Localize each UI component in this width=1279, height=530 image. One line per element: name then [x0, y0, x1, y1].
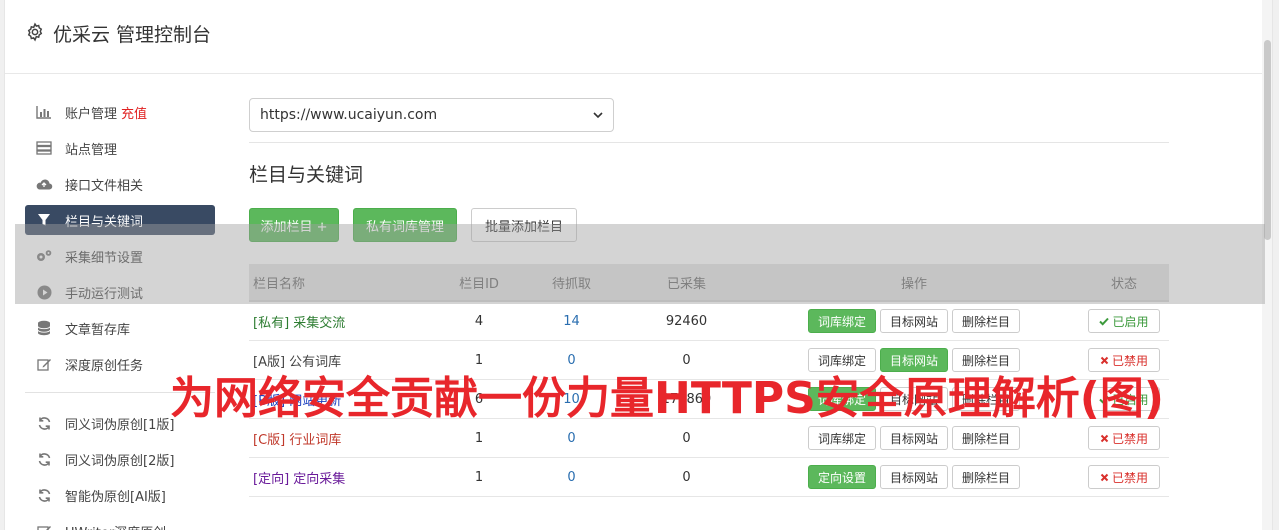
status-toggle-button[interactable]: 已启用 [1088, 309, 1160, 333]
gear-icon [27, 22, 43, 42]
column-name-link[interactable]: [私有] 采集交流 [249, 312, 439, 331]
chevron-down-icon [593, 112, 603, 119]
pending-count: 14 [563, 313, 580, 329]
section-title: 栏目与关键词 [249, 164, 364, 186]
sidebar-item-label: 账户管理 [65, 106, 118, 122]
sidebar-item-api-files[interactable]: 接口文件相关 [25, 166, 215, 202]
status-label: 已启用 [1112, 314, 1149, 329]
sidebar-item-article-storage[interactable]: 文章暂存库 [25, 310, 215, 346]
target-site-button[interactable]: 目标网站 [879, 465, 948, 489]
edit-icon [35, 355, 53, 373]
column-name-link[interactable]: [C版] 行业词库 [249, 429, 439, 448]
collected-count: 92460 [665, 313, 708, 329]
target-site-button[interactable]: 目标网站 [879, 309, 948, 333]
sidebar-item-account[interactable]: 账户管理 充值 [25, 94, 215, 130]
watermark-text: 为网络安全贡献一份力量HTTPS安全原理解析(图) [170, 373, 1165, 424]
column-id: 4 [474, 313, 484, 329]
status-label: 已禁用 [1111, 470, 1148, 485]
page-title: 优采云 管理控制台 [53, 24, 212, 46]
refresh-icon [35, 414, 53, 432]
sidebar-item-synonym-v2[interactable]: 同义词伪原创[2版] [25, 441, 215, 477]
status-cell: 已禁用 [1079, 465, 1169, 489]
close-icon [1100, 434, 1109, 442]
recharge-link[interactable]: 充值 [121, 103, 147, 122]
sidebar-item-label: 同义词伪原创[1版] [65, 417, 175, 433]
app-header: 优采云 管理控制台 [5, 0, 1272, 74]
row-actions: 词库绑定 目标网站 删除栏目 [749, 426, 1079, 450]
divider [249, 142, 1169, 143]
status-toggle-button[interactable]: 已禁用 [1088, 465, 1160, 489]
status-label: 已禁用 [1111, 431, 1148, 446]
sidebar-item-uwriter[interactable]: UWriter深度原创 [25, 513, 215, 530]
pending-count: 0 [567, 430, 576, 446]
status-cell: 已启用 [1079, 309, 1169, 333]
sidebar-item-ai-rewrite[interactable]: 智能伪原创[AI版] [25, 477, 215, 513]
column-id: 1 [474, 430, 484, 446]
delete-column-button[interactable]: 删除栏目 [952, 309, 1021, 333]
delete-column-button[interactable]: 删除栏目 [952, 465, 1021, 489]
site-select-value: https://www.ucaiyun.com [260, 107, 438, 123]
table-row: [私有] 采集交流 4 14 92460 词库绑定 目标网站 删除栏目 已启用 [249, 302, 1169, 341]
sidebar-item-label: 深度原创任务 [65, 358, 144, 374]
sidebar-item-label: 站点管理 [65, 142, 118, 158]
delete-column-button[interactable]: 删除栏目 [952, 426, 1021, 450]
sidebar-item-sites[interactable]: 站点管理 [25, 130, 215, 166]
sidebar: 账户管理 充值 站点管理 接口文件相关 栏目与关键词 采集细节设置 手动运行测试… [25, 94, 215, 530]
site-select[interactable]: https://www.ucaiyun.com [249, 98, 614, 132]
overlay-band [15, 224, 1265, 304]
collected-count: 0 [682, 430, 691, 446]
sidebar-item-label: UWriter深度原创 [65, 522, 166, 530]
bar-chart-icon [35, 103, 53, 121]
scrollbar-thumb[interactable] [1264, 40, 1271, 240]
target-site-button[interactable]: 目标网站 [879, 426, 948, 450]
row-actions: 词库绑定 目标网站 删除栏目 [749, 309, 1079, 333]
column-name-link[interactable]: [定向] 定向采集 [249, 468, 439, 487]
edit-icon [35, 522, 53, 530]
sidebar-item-label: 文章暂存库 [65, 322, 131, 338]
bind-lib-button[interactable]: 定向设置 [807, 465, 876, 489]
refresh-icon [35, 450, 53, 468]
bind-lib-button[interactable]: 词库绑定 [807, 426, 876, 450]
collected-count: 0 [682, 469, 691, 485]
status-toggle-button[interactable]: 已禁用 [1088, 426, 1160, 450]
database-icon [35, 319, 53, 337]
sidebar-item-label: 智能伪原创[AI版] [65, 489, 166, 505]
table-row: [定向] 定向采集 1 0 0 定向设置 目标网站 删除栏目 已禁用 [249, 458, 1169, 497]
status-cell: 已禁用 [1079, 426, 1169, 450]
row-actions: 定向设置 目标网站 删除栏目 [749, 465, 1079, 489]
column-id: 1 [474, 469, 484, 485]
cloud-upload-icon [35, 175, 53, 193]
server-icon [35, 139, 53, 157]
close-icon [1100, 473, 1109, 481]
sidebar-item-label: 接口文件相关 [65, 178, 144, 194]
check-icon [1099, 317, 1110, 326]
refresh-icon [35, 486, 53, 504]
bind-lib-button[interactable]: 词库绑定 [807, 309, 876, 333]
pending-count: 0 [567, 469, 576, 485]
sidebar-item-label: 同义词伪原创[2版] [65, 453, 175, 469]
